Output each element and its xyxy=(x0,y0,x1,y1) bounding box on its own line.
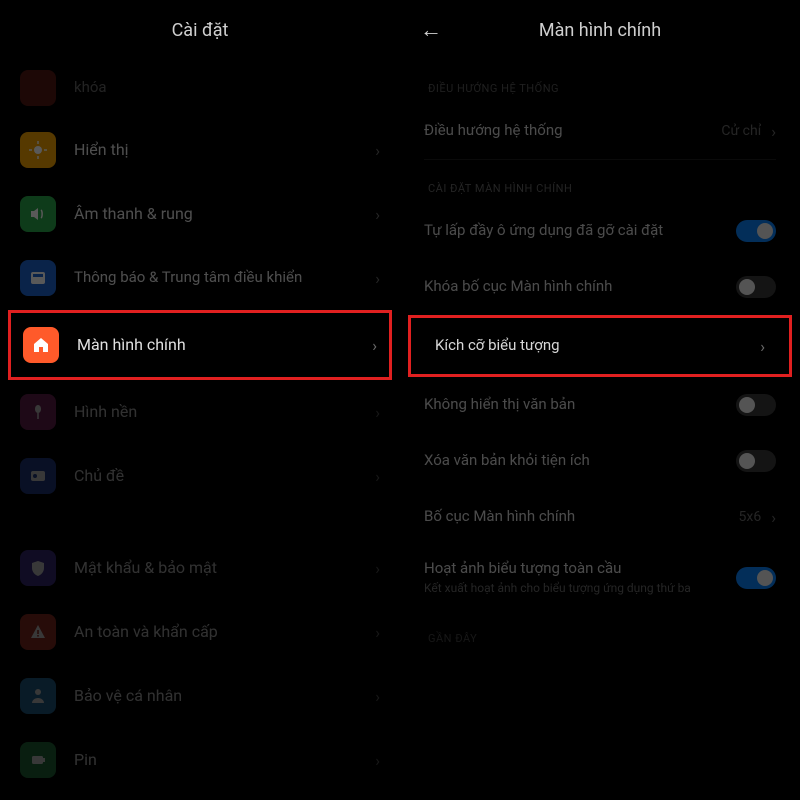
homescreen-row-6[interactable]: Hoạt ảnh biểu tượng toàn cầuKết xuất hoạ… xyxy=(400,545,800,610)
homescreen-settings-list: Tự lấp đầy ô ứng dụng đã gỡ cài đặt Khóa … xyxy=(400,203,800,610)
homescreen-row-0[interactable]: Tự lấp đầy ô ứng dụng đã gỡ cài đặt xyxy=(400,203,800,259)
chevron-right-icon: › xyxy=(375,623,380,642)
chevron-right-icon: › xyxy=(375,751,380,770)
row-label: Màn hình chính xyxy=(77,335,372,356)
chevron-right-icon: › xyxy=(760,337,765,356)
settings-row-sun[interactable]: Hiển thị› xyxy=(0,118,400,182)
section-header-recent: GẦN ĐÂY xyxy=(400,610,800,653)
page-title: Màn hình chính xyxy=(539,20,661,41)
chevron-right-icon: › xyxy=(375,269,380,288)
toggle-switch[interactable] xyxy=(736,220,776,242)
row-label: Xóa văn bản khỏi tiện ích xyxy=(424,451,736,471)
settings-pane-right: ← Màn hình chính ĐIỀU HƯỚNG HỆ THỐNG Điề… xyxy=(400,0,800,800)
chevron-right-icon: › xyxy=(375,559,380,578)
settings-row-privacy[interactable]: Bảo vệ cá nhân› xyxy=(0,664,400,728)
chevron-right-icon: › xyxy=(372,336,377,355)
homescreen-row-3[interactable]: Không hiển thị văn bản xyxy=(400,377,800,433)
row-label: Thông báo & Trung tâm điều khiển xyxy=(74,268,375,288)
section-header-system-nav: ĐIỀU HƯỚNG HỆ THỐNG xyxy=(400,60,800,103)
sun-icon xyxy=(20,132,56,168)
chevron-right-icon: › xyxy=(375,403,380,422)
battery-icon xyxy=(20,742,56,778)
row-label: Hình nền xyxy=(74,402,375,423)
tulip-icon xyxy=(20,394,56,430)
privacy-icon xyxy=(20,678,56,714)
lock-icon xyxy=(20,70,56,106)
row-label: Pin xyxy=(74,750,375,771)
settings-row-home[interactable]: Màn hình chính› xyxy=(8,310,392,380)
theme-icon xyxy=(20,458,56,494)
settings-row-apps[interactable]: Ứng dụng› xyxy=(0,792,400,800)
toggle-switch[interactable] xyxy=(736,567,776,589)
settings-row-battery[interactable]: Pin› xyxy=(0,728,400,792)
row-label: Mật khẩu & bảo mật xyxy=(74,558,375,579)
settings-row-panel[interactable]: Thông báo & Trung tâm điều khiển› xyxy=(0,246,400,310)
settings-row-alert[interactable]: An toàn và khẩn cấp› xyxy=(0,600,400,664)
chevron-right-icon: › xyxy=(375,205,380,224)
homescreen-row-2[interactable]: Kích cỡ biểu tượng› xyxy=(411,318,789,374)
row-label: Chủ đề xyxy=(74,466,375,487)
row-label: Âm thanh & rung xyxy=(74,204,375,225)
toggle-switch[interactable] xyxy=(736,450,776,472)
header-left: Cài đặt xyxy=(0,0,400,60)
header-right: ← Màn hình chính xyxy=(400,0,800,60)
row-label: Bố cục Màn hình chính xyxy=(424,507,739,527)
chevron-right-icon: › xyxy=(771,508,776,527)
chevron-right-icon: › xyxy=(771,122,776,141)
row-value: 5x6 xyxy=(739,509,762,525)
row-label: Bảo vệ cá nhân xyxy=(74,686,375,707)
settings-row-theme[interactable]: Chủ đề› xyxy=(0,444,400,508)
settings-row-tulip[interactable]: Hình nền› xyxy=(0,380,400,444)
panel-icon xyxy=(20,260,56,296)
row-label: Hiển thị xyxy=(74,140,375,161)
speaker-icon xyxy=(20,196,56,232)
homescreen-row-4[interactable]: Xóa văn bản khỏi tiện ích xyxy=(400,433,800,489)
back-button[interactable]: ← xyxy=(420,17,442,43)
row-label: Khóa bố cục Màn hình chính xyxy=(424,277,736,297)
chevron-right-icon: › xyxy=(375,141,380,160)
homescreen-row-5[interactable]: Bố cục Màn hình chính5x6 › xyxy=(400,489,800,545)
settings-list: Hiển thị›Âm thanh & rung›Thông báo & Tru… xyxy=(0,118,400,800)
settings-row-shield[interactable]: Mật khẩu & bảo mật› xyxy=(0,536,400,600)
chevron-right-icon: › xyxy=(375,687,380,706)
row-label: Không hiển thị văn bản xyxy=(424,395,736,415)
chevron-right-icon: › xyxy=(375,467,380,486)
settings-pane-left: Cài đặt khóa Hiển thị›Âm thanh & rung›Th… xyxy=(0,0,400,800)
shield-icon xyxy=(20,550,56,586)
homescreen-row-1[interactable]: Khóa bố cục Màn hình chính xyxy=(400,259,800,315)
alert-icon xyxy=(20,614,56,650)
row-subtitle: Kết xuất hoạt ảnh cho biểu tượng ứng dụn… xyxy=(424,581,736,597)
page-title: Cài đặt xyxy=(172,20,229,41)
toggle-switch[interactable] xyxy=(736,276,776,298)
row-label: Kích cỡ biểu tượng xyxy=(435,336,760,356)
cutoff-item-top: khóa xyxy=(0,60,400,118)
toggle-switch[interactable] xyxy=(736,394,776,416)
row-label: Hoạt ảnh biểu tượng toàn cầuKết xuất hoạ… xyxy=(424,559,736,596)
section-header-homescreen: CÀI ĐẶT MÀN HÌNH CHÍNH xyxy=(400,160,800,203)
row-label: Tự lấp đầy ô ứng dụng đã gỡ cài đặt xyxy=(424,221,736,241)
settings-row-speaker[interactable]: Âm thanh & rung› xyxy=(0,182,400,246)
row-system-navigation[interactable]: Điều hướng hệ thống Cử chỉ › xyxy=(400,103,800,159)
row-label: An toàn và khẩn cấp xyxy=(74,622,375,643)
home-icon xyxy=(23,327,59,363)
